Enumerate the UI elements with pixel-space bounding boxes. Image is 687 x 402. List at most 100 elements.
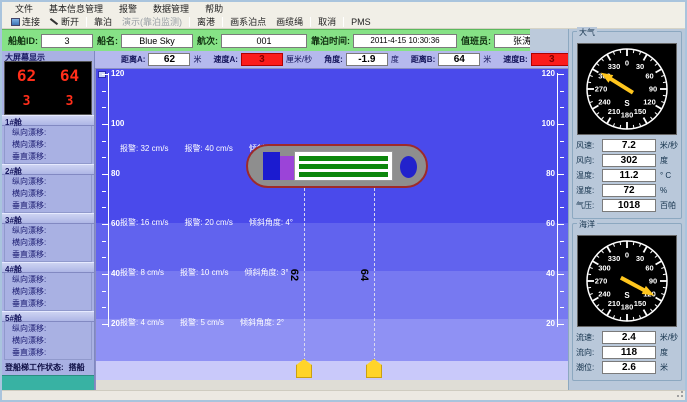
hold-section-4: 4#舱 纵向漂移: 横向漂移: 垂直漂移: <box>2 262 94 311</box>
ship-cargo-hold <box>294 151 393 181</box>
distance-a-unit: 米 <box>193 54 201 65</box>
tide-level-unit: 米 <box>660 362 668 373</box>
humidity-field: 湿度: 72 % <box>576 184 678 197</box>
menu-file[interactable]: 文件 <box>8 2 40 15</box>
alarm-threshold-row: 报警: 4 cm/s 报警: 5 cm/s 倾斜角度: 2° <box>120 317 284 328</box>
menu-basic-info[interactable]: 基本信息管理 <box>42 2 110 15</box>
angle-unit: 度 <box>391 54 399 65</box>
hold-section-2: 2#舱 纵向漂移: 横向漂移: 垂直漂移: <box>2 164 94 213</box>
alarm-threshold-a: 报警: 8 cm/s <box>120 267 164 278</box>
sidebar-title: 大屏幕显示 <box>2 51 94 61</box>
tilt-threshold: 倾斜角度: 2° <box>240 317 284 328</box>
info-bar-filler <box>530 29 568 51</box>
alarm-threshold-a: 报警: 16 cm/s <box>120 217 168 228</box>
svg-text:0: 0 <box>625 251 629 260</box>
svg-text:210: 210 <box>608 299 621 308</box>
wind-speed-field: 风速: 7.2 米/秒 <box>576 139 678 152</box>
humidity-unit: % <box>660 186 667 195</box>
ship-id-value[interactable]: 3 <box>41 34 93 48</box>
distance-b-label: 距离B: <box>411 54 435 65</box>
weather-group: 大气 0306090120150180210240270300330S 风速: … <box>572 31 682 219</box>
svg-text:150: 150 <box>634 107 647 116</box>
tilt-threshold: 倾斜角度: 4° <box>249 217 293 228</box>
distance-ruler-left: 12010080604020 <box>101 69 127 335</box>
menu-alarm[interactable]: 报警 <box>112 2 144 15</box>
drift-label: 横向漂移: <box>5 335 91 346</box>
angle-value[interactable]: -1.9 <box>346 53 388 66</box>
display-speed-b: 3 <box>66 94 74 109</box>
resize-grip[interactable] <box>675 391 684 399</box>
humidity-label: 湿度: <box>576 185 602 196</box>
temperature-value[interactable]: 11.2 <box>602 169 656 182</box>
svg-text:330: 330 <box>608 254 621 263</box>
current-speed-value[interactable]: 2.4 <box>602 331 656 344</box>
hold-section-1: 1#舱 纵向漂移: 横向漂移: 垂直漂移: <box>2 115 94 164</box>
wind-speed-value[interactable]: 7.2 <box>602 139 656 152</box>
distance-b-value[interactable]: 64 <box>438 53 480 66</box>
hatch-stripe <box>299 156 388 161</box>
humidity-value[interactable]: 72 <box>602 184 656 197</box>
svg-text:210: 210 <box>608 107 621 116</box>
svg-text:90: 90 <box>649 85 657 94</box>
alarm-threshold-b: 报警: 5 cm/s <box>180 317 224 328</box>
toolbar-cancel-button[interactable]: 取消 <box>313 15 341 28</box>
berthing-scene: 12010080604020 12010080604020 报警: 32 cm/… <box>95 69 568 390</box>
weather-group-label: 大气 <box>577 27 597 38</box>
hold-section-header: 2#舱 <box>2 164 94 175</box>
current-direction-field: 流向: 118 度 <box>576 346 678 359</box>
pressure-value[interactable]: 1018 <box>602 199 656 212</box>
toolbar-disconnect-button[interactable]: 断开 <box>45 15 84 28</box>
toolbar-pms-button[interactable]: PMS <box>346 17 376 27</box>
berth-time-value[interactable]: 2011-4-15 10:30:36 <box>353 34 457 48</box>
svg-text:90: 90 <box>649 277 657 286</box>
hold-section-header: 5#舱 <box>2 311 94 322</box>
sidebar-footer-strip <box>2 375 94 390</box>
hatch-stripe <box>299 172 388 177</box>
ocean-group: 海洋 0306090120150180210240270300330S 流速: … <box>572 223 682 381</box>
menu-bar: 文件 基本信息管理 报警 数据管理 帮助 <box>2 2 685 15</box>
speed-b-value[interactable]: 3 <box>531 53 573 66</box>
tide-level-value[interactable]: 2.6 <box>602 361 656 374</box>
toolbar-berth-button[interactable]: 靠泊 <box>89 15 117 28</box>
toolbar-connect-button[interactable]: 连接 <box>6 15 45 28</box>
svg-text:300: 300 <box>598 264 611 273</box>
distance-ruler-right: 12010080604020 <box>539 69 565 335</box>
pressure-label: 气压: <box>576 200 602 211</box>
distance-a-label: 距离A: <box>121 54 145 65</box>
ship-name-label: 船名: <box>97 34 118 47</box>
ship-icon[interactable] <box>246 144 428 188</box>
drift-label: 纵向漂移: <box>5 127 91 138</box>
app-window: 文件 基本信息管理 报警 数据管理 帮助 连接 断开 靠泊 演示(靠泊监测) 离… <box>0 0 687 402</box>
toolbar-draw-moorpoint-button[interactable]: 画系泊点 <box>225 15 271 28</box>
sea-band <box>96 223 568 271</box>
drift-label: 纵向漂移: <box>5 274 91 285</box>
alarm-threshold-a: 报警: 32 cm/s <box>120 143 168 154</box>
drift-label: 垂直漂移: <box>5 200 91 211</box>
toolbar-depart-button[interactable]: 离港 <box>192 15 220 28</box>
ladder-status-value: 搭船 <box>69 362 85 373</box>
svg-text:180: 180 <box>621 111 634 120</box>
current-direction-value[interactable]: 118 <box>602 346 656 359</box>
menu-data-mgmt[interactable]: 数据管理 <box>146 2 196 15</box>
drift-label: 垂直漂移: <box>5 347 91 358</box>
speed-b-label: 速度B: <box>503 54 527 65</box>
voyage-value[interactable]: 001 <box>221 34 307 48</box>
hatch-stripe <box>299 164 388 169</box>
ship-id-field: 船舶ID: 3 <box>8 34 93 48</box>
menu-help[interactable]: 帮助 <box>198 2 230 15</box>
ship-name-value[interactable]: Blue Sky <box>121 34 193 48</box>
drift-label: 横向漂移: <box>5 237 91 248</box>
svg-text:150: 150 <box>634 299 647 308</box>
toolbar-draw-rope-button[interactable]: 画缆绳 <box>271 15 308 28</box>
svg-text:30: 30 <box>636 62 644 71</box>
distance-b-unit: 米 <box>483 54 491 65</box>
distance-a-value[interactable]: 62 <box>148 53 190 66</box>
ocean-group-label: 海洋 <box>577 219 597 230</box>
speed-a-value[interactable]: 3 <box>241 53 283 66</box>
ladder-status-label: 登船梯工作状态: <box>5 362 64 373</box>
hold-section-5: 5#舱 纵向漂移: 横向漂移: 垂直漂移: <box>2 311 94 360</box>
toolbar-separator <box>189 17 190 27</box>
wind-direction-value[interactable]: 302 <box>602 154 656 167</box>
connect-icon <box>11 18 20 26</box>
ship-deckhouse <box>280 156 294 180</box>
